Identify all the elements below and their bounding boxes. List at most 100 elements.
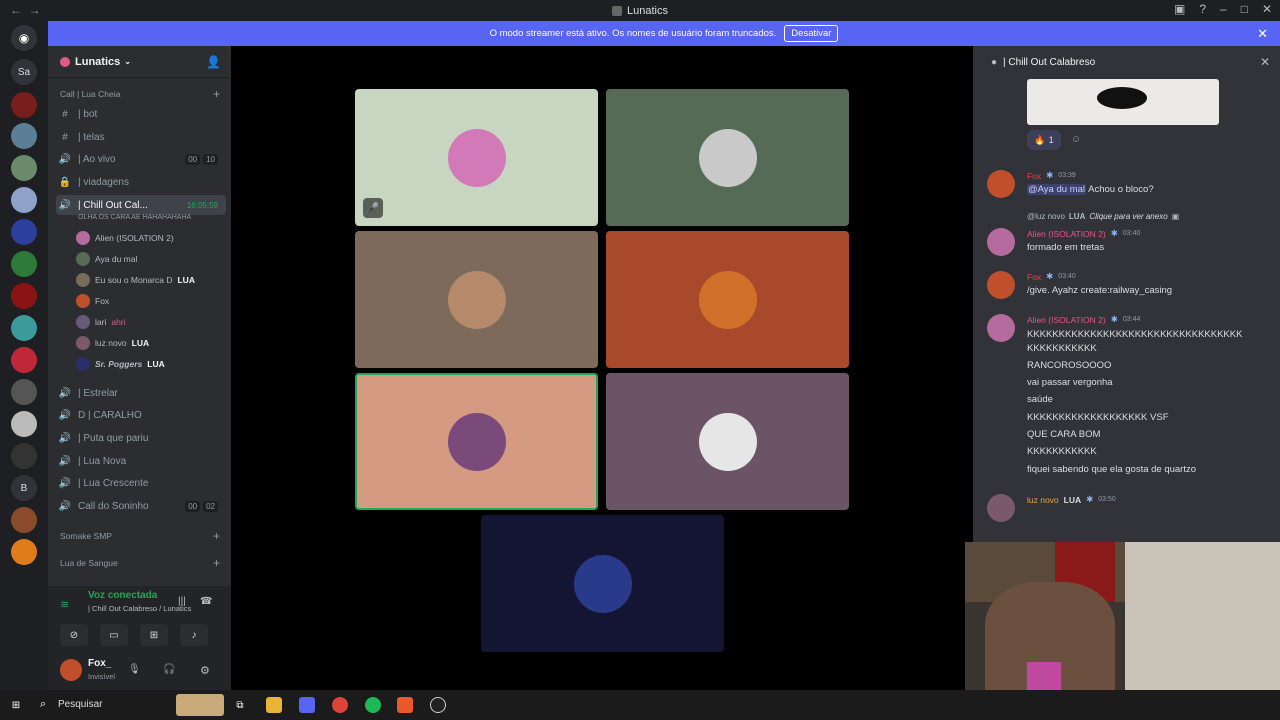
search-icon[interactable]: ⌕ — [40, 698, 46, 711]
channel-caralho[interactable]: 🔊 D | CARALHO — [56, 405, 226, 425]
channel-call-do-soninho[interactable]: 🔊 Call do Soninho 00 02 — [56, 496, 226, 516]
channel-lua-nova[interactable]: 🔊 | Lua Nova — [56, 451, 226, 471]
add-reaction-icon[interactable]: ☺ — [1071, 134, 1081, 145]
discord-taskbar-icon[interactable] — [299, 697, 315, 713]
avatar[interactable] — [987, 271, 1015, 299]
help-icon[interactable]: ? — [1199, 2, 1206, 16]
maximize-icon[interactable]: □ — [1241, 2, 1248, 16]
server-icon-10[interactable] — [11, 379, 37, 405]
participant-tile[interactable] — [606, 231, 849, 368]
mention[interactable]: @Aya du mal — [1027, 184, 1086, 195]
participant-tile[interactable] — [606, 373, 849, 510]
forward-arrow-icon[interactable]: → — [29, 3, 41, 17]
settings-gear-icon[interactable]: ⚙ — [200, 664, 210, 677]
channel-ao-vivo[interactable]: 🔊 | Ao vivo 00 10 — [56, 149, 226, 169]
author-name[interactable]: Fox — [1027, 272, 1041, 282]
voice-status[interactable]: Voz conectada — [88, 590, 157, 601]
microphone-icon[interactable]: 🎙 — [128, 664, 141, 675]
category-somake[interactable]: Somake SMP + — [60, 529, 220, 543]
search-highlight-icon[interactable] — [176, 694, 224, 716]
voice-member[interactable]: Alien (ISOLATION 2) — [76, 229, 226, 247]
inbox-icon[interactable]: ▣ — [1174, 2, 1185, 16]
user-avatar[interactable] — [60, 659, 82, 681]
camera-off-icon[interactable]: ⊘ — [60, 624, 88, 646]
banner-close-icon[interactable]: ✕ — [1257, 26, 1268, 42]
voice-member[interactable]: Eu sou o Monarca D LUA — [76, 271, 226, 289]
taskbar-search[interactable]: Pesquisar — [58, 699, 102, 710]
soundboard-icon[interactable]: ♪ — [180, 624, 208, 646]
author-name[interactable]: Alien (ISOLATION 2) — [1027, 229, 1106, 239]
reply-preview[interactable]: @luz novo LUA Clique para ver anexo ▣ — [1027, 212, 1179, 221]
voice-member[interactable]: Aya du mal — [76, 250, 226, 268]
file-explorer-icon[interactable] — [266, 697, 282, 713]
avatar[interactable] — [987, 170, 1015, 198]
minimize-icon[interactable]: – — [1220, 2, 1227, 16]
noise-suppression-icon[interactable]: ||| — [178, 596, 186, 607]
guild-header[interactable]: Lunatics ⌄ 👤 — [48, 46, 231, 78]
server-icon-2[interactable] — [11, 123, 37, 149]
add-channel-icon[interactable]: + — [213, 556, 220, 570]
user-name[interactable]: Fox_ — [88, 658, 111, 669]
server-sa[interactable]: Sa — [11, 59, 37, 85]
server-icon-9[interactable] — [11, 347, 37, 373]
server-icon-14[interactable] — [11, 539, 37, 565]
channel-lua-crescente[interactable]: 🔊 | Lua Crescente — [56, 473, 226, 493]
windows-start-icon[interactable]: ⊞ — [8, 697, 24, 713]
reaction[interactable]: 🔥 1 — [1027, 130, 1061, 150]
discord-home-icon[interactable]: ◉ — [11, 25, 37, 51]
invite-icon[interactable]: 👤 — [206, 55, 221, 69]
close-icon[interactable]: ✕ — [1262, 2, 1272, 16]
disable-streamer-button[interactable]: Desativar — [784, 25, 839, 42]
category-lua-de-sangue[interactable]: Lua de Sangue + — [60, 556, 220, 570]
add-channel-icon[interactable]: + — [213, 87, 220, 101]
voice-member[interactable]: Sr. Poggers LUA — [76, 355, 226, 373]
app-icon[interactable] — [397, 697, 413, 713]
participant-tile[interactable] — [355, 231, 598, 368]
add-channel-icon[interactable]: + — [213, 529, 220, 543]
task-view-icon[interactable]: ⧉ — [232, 697, 248, 713]
voice-channel[interactable]: | Chill Out Calabreso / Lunatics — [88, 604, 191, 613]
server-b[interactable]: B — [11, 475, 37, 501]
screen-share-icon[interactable]: ▭ — [100, 624, 128, 646]
channel-chill-out[interactable]: 🔊 | Chill Out Cal... 16:05:59 — [56, 195, 226, 215]
image-attachment[interactable] — [1027, 79, 1219, 125]
server-icon-8[interactable] — [11, 315, 37, 341]
voice-member[interactable]: Fox — [76, 292, 226, 310]
author-name[interactable]: luz novo — [1027, 495, 1059, 505]
obs-icon[interactable] — [430, 697, 446, 713]
activities-icon[interactable]: ⊞ — [140, 624, 168, 646]
voice-member[interactable]: lari ahri — [76, 313, 226, 331]
back-arrow-icon[interactable]: ← — [10, 3, 22, 17]
server-icon-6[interactable] — [11, 251, 37, 277]
channel-bot[interactable]: # | bot — [56, 104, 226, 124]
server-icon-11[interactable] — [11, 411, 37, 437]
disconnect-icon[interactable]: ☎ — [200, 596, 212, 607]
channel-telas[interactable]: # | telas — [56, 127, 226, 147]
category-lua-cheia[interactable]: Call | Lua Cheia + — [60, 87, 220, 101]
server-icon-3[interactable] — [11, 155, 37, 181]
server-icon-1[interactable] — [11, 92, 37, 118]
close-chat-icon[interactable]: ✕ — [1260, 55, 1270, 69]
voice-member[interactable]: luz novo LUA — [76, 334, 226, 352]
channel-viadagens[interactable]: 🔒 | viadagens — [56, 172, 226, 192]
participant-tile[interactable] — [481, 515, 724, 652]
avatar[interactable] — [987, 494, 1015, 522]
headphones-icon[interactable]: 🎧 — [163, 664, 175, 675]
server-icon-13[interactable] — [11, 507, 37, 533]
server-icon-5[interactable] — [11, 219, 37, 245]
nav-arrows[interactable]: ← → — [10, 3, 41, 17]
avatar[interactable] — [987, 228, 1015, 256]
server-icon-7[interactable] — [11, 283, 37, 309]
server-icon-4[interactable] — [11, 187, 37, 213]
server-icon-12[interactable] — [11, 443, 37, 469]
channel-estrelar[interactable]: 🔊 | Estrelar — [56, 383, 226, 403]
participant-tile[interactable]: 🎤 — [355, 89, 598, 226]
author-name[interactable]: Alien (ISOLATION 2) — [1027, 315, 1106, 325]
avatar[interactable] — [987, 314, 1015, 342]
author-name[interactable]: Fox — [1027, 171, 1041, 181]
chrome-icon[interactable] — [332, 697, 348, 713]
spotify-icon[interactable] — [365, 697, 381, 713]
channel-puta-que-pariu[interactable]: 🔊 | Puta que pariu — [56, 428, 226, 448]
participant-tile[interactable] — [606, 89, 849, 226]
participant-tile-speaking[interactable] — [355, 373, 598, 510]
